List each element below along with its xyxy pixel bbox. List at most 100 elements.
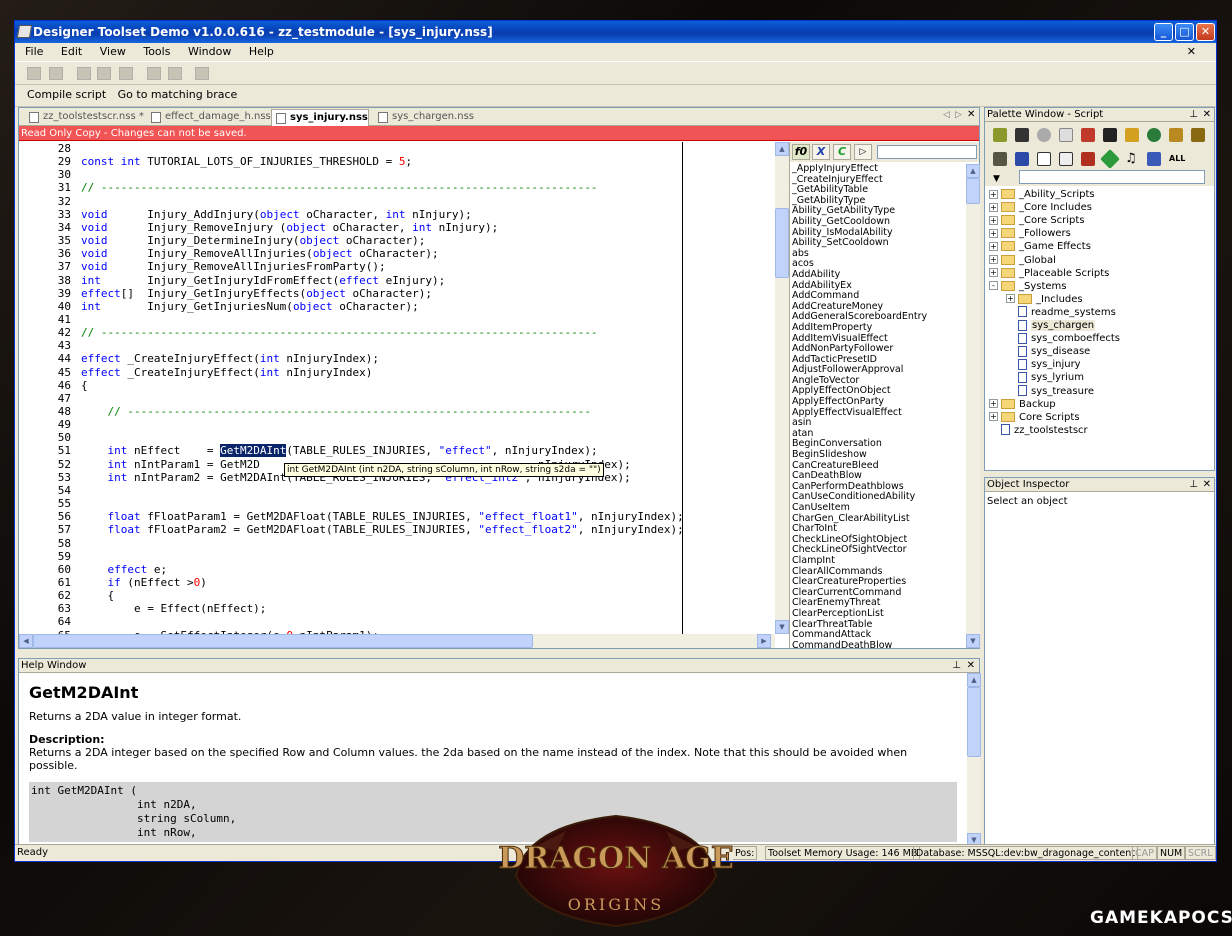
menu-view[interactable]: View	[100, 45, 126, 58]
scroll-thumb[interactable]	[775, 208, 789, 278]
dropdown-icon[interactable]: ▼	[993, 174, 1000, 184]
tree-node[interactable]: sys_comboeffects	[1006, 332, 1120, 345]
function-list-item[interactable]: abs	[790, 248, 964, 260]
function-list-item[interactable]: Ability_GetCooldown	[790, 216, 964, 228]
function-list-item[interactable]: AddItemProperty	[790, 322, 964, 334]
copy-icon[interactable]	[97, 67, 111, 80]
function-list-item[interactable]: AddAbility	[790, 269, 964, 281]
help-scrollbar[interactable]: ▲ ▼	[967, 673, 981, 847]
cut-icon[interactable]	[77, 67, 91, 80]
expand-icon[interactable]: +	[989, 228, 998, 238]
palette-category-icon[interactable]	[1081, 128, 1095, 142]
tree-node[interactable]: sys_disease	[1006, 345, 1090, 358]
constants-filter-icon[interactable]: X	[812, 144, 830, 160]
pin-icon[interactable]: ⊥	[1189, 478, 1198, 492]
tree-node[interactable]: + _Global	[989, 254, 1056, 267]
palette-category-icon[interactable]	[1059, 128, 1073, 142]
palette-category-icon[interactable]	[993, 152, 1007, 166]
function-list-item[interactable]: asin	[790, 418, 964, 429]
palette-category-icon[interactable]	[1125, 128, 1139, 142]
palette-category-icon[interactable]	[1059, 152, 1073, 166]
tab-scroll-left-icon[interactable]: ◁	[943, 110, 950, 120]
hscroll-thumb[interactable]	[33, 634, 533, 648]
palette-category-icon[interactable]	[1103, 128, 1117, 142]
tree-node[interactable]: readme_systems	[1006, 306, 1116, 319]
save-all-icon[interactable]	[49, 67, 63, 80]
tree-node[interactable]: sys_treasure	[1006, 385, 1094, 398]
tree-node[interactable]: + Backup	[989, 398, 1056, 411]
mdi-close-icon[interactable]: ✕	[1187, 43, 1196, 61]
title-bar[interactable]: Designer Toolset Demo v1.0.0.616 - zz_te…	[15, 21, 1216, 43]
tab-sys-injury[interactable]: sys_injury.nss	[271, 109, 369, 126]
function-list[interactable]: _ApplyInjuryEffect _CreateInjuryEffect _Ge…	[790, 164, 964, 648]
expand-icon[interactable]: +	[989, 241, 998, 251]
undo-icon[interactable]	[147, 67, 161, 80]
function-list-item[interactable]: ApplyEffectVisualEffect	[790, 407, 964, 419]
minimize-button[interactable]: _	[1154, 23, 1173, 41]
scroll-up-icon[interactable]: ▲	[967, 673, 981, 687]
tree-node[interactable]: + _Placeable Scripts	[989, 267, 1109, 280]
script-tree[interactable]: + _Ability_Scripts + _Core Includes + _Core S…	[985, 188, 1214, 468]
panel-close-icon[interactable]: ✕	[1203, 478, 1211, 492]
redo-icon[interactable]	[168, 67, 182, 80]
tab-close-icon[interactable]: ✕	[967, 109, 975, 120]
function-list-scrollbar[interactable]: ▲ ▼	[966, 164, 980, 648]
palette-category-icon[interactable]	[1169, 128, 1183, 142]
tree-node[interactable]: zz_toolstestscr	[989, 424, 1088, 437]
function-list-item[interactable]: ClearPerceptionList	[790, 608, 964, 620]
scroll-thumb[interactable]	[966, 178, 980, 204]
maximize-button[interactable]: □	[1175, 23, 1194, 41]
tab-sys-chargen[interactable]: sys_chargen.nss	[374, 109, 474, 126]
goto-brace-button[interactable]: Go to matching brace	[118, 88, 238, 101]
refresh-icon[interactable]: C	[833, 144, 851, 160]
expand-icon[interactable]: +	[989, 255, 998, 264]
palette-category-icon[interactable]	[1100, 149, 1120, 169]
palette-category-icon[interactable]	[1191, 128, 1205, 142]
tree-node[interactable]: + _Includes	[1006, 293, 1083, 306]
function-list-item[interactable]: Ability_SetCooldown	[790, 238, 964, 249]
menu-file[interactable]: File	[25, 45, 43, 58]
all-icon[interactable]: ALL	[1169, 152, 1185, 166]
scroll-down-icon[interactable]: ▼	[775, 620, 789, 634]
expand-icon[interactable]: +	[989, 268, 998, 278]
menu-edit[interactable]: Edit	[61, 45, 82, 58]
scroll-right-icon[interactable]: ▶	[757, 634, 771, 648]
menu-window[interactable]: Window	[188, 45, 231, 58]
expand-icon[interactable]: +	[989, 412, 998, 422]
snippet-icon[interactable]: ▷	[854, 144, 872, 160]
code-horizontal-scrollbar[interactable]: ◀ ▶	[19, 634, 775, 648]
function-search-input[interactable]	[877, 145, 977, 159]
expand-icon[interactable]: +	[989, 189, 998, 199]
music-icon[interactable]: ♫	[1125, 152, 1139, 166]
menu-tools[interactable]: Tools	[143, 45, 170, 58]
tab-zz-toolstestscr[interactable]: zz_toolstestscr.nss *	[25, 109, 144, 126]
paste-icon[interactable]	[119, 67, 133, 80]
tree-node[interactable]: + Core Scripts	[989, 411, 1080, 424]
expand-icon[interactable]: +	[989, 399, 998, 409]
tree-node[interactable]: + _Ability_Scripts	[989, 188, 1095, 201]
checkin-icon[interactable]	[195, 67, 209, 80]
expand-icon[interactable]: +	[989, 215, 998, 225]
palette-category-icon[interactable]	[993, 128, 1007, 142]
scroll-left-icon[interactable]: ◀	[19, 634, 33, 648]
tree-node[interactable]: sys_injury	[1006, 358, 1081, 371]
function-list-item[interactable]: CanUseItem	[790, 502, 964, 514]
tree-node[interactable]: sys_chargen	[1006, 319, 1096, 332]
tab-scroll-right-icon[interactable]: ▷	[955, 110, 962, 120]
function-list-item[interactable]: _ApplyInjuryEffect	[790, 164, 964, 175]
palette-category-icon[interactable]	[1147, 128, 1161, 142]
tree-node[interactable]: + _Core Scripts	[989, 214, 1085, 227]
tree-node[interactable]: + _Core Includes	[989, 201, 1092, 214]
panel-close-icon[interactable]: ✕	[967, 659, 975, 673]
save-icon[interactable]	[27, 67, 41, 80]
palette-filter-input[interactable]	[1019, 170, 1205, 184]
tree-node[interactable]: - _Systems	[989, 280, 1067, 293]
code-vertical-scrollbar[interactable]: ▲ ▼	[775, 142, 789, 634]
scroll-thumb[interactable]	[967, 687, 981, 757]
functions-filter-icon[interactable]: f0	[792, 144, 810, 160]
expand-icon[interactable]: +	[1006, 294, 1015, 304]
palette-category-icon[interactable]	[1037, 152, 1051, 166]
code-area[interactable]: 28 29 const int TUTORIAL_LOTS_OF_INJURIES_…	[19, 142, 775, 634]
palette-category-icon[interactable]	[1015, 128, 1029, 142]
collapse-icon[interactable]: -	[989, 281, 998, 291]
